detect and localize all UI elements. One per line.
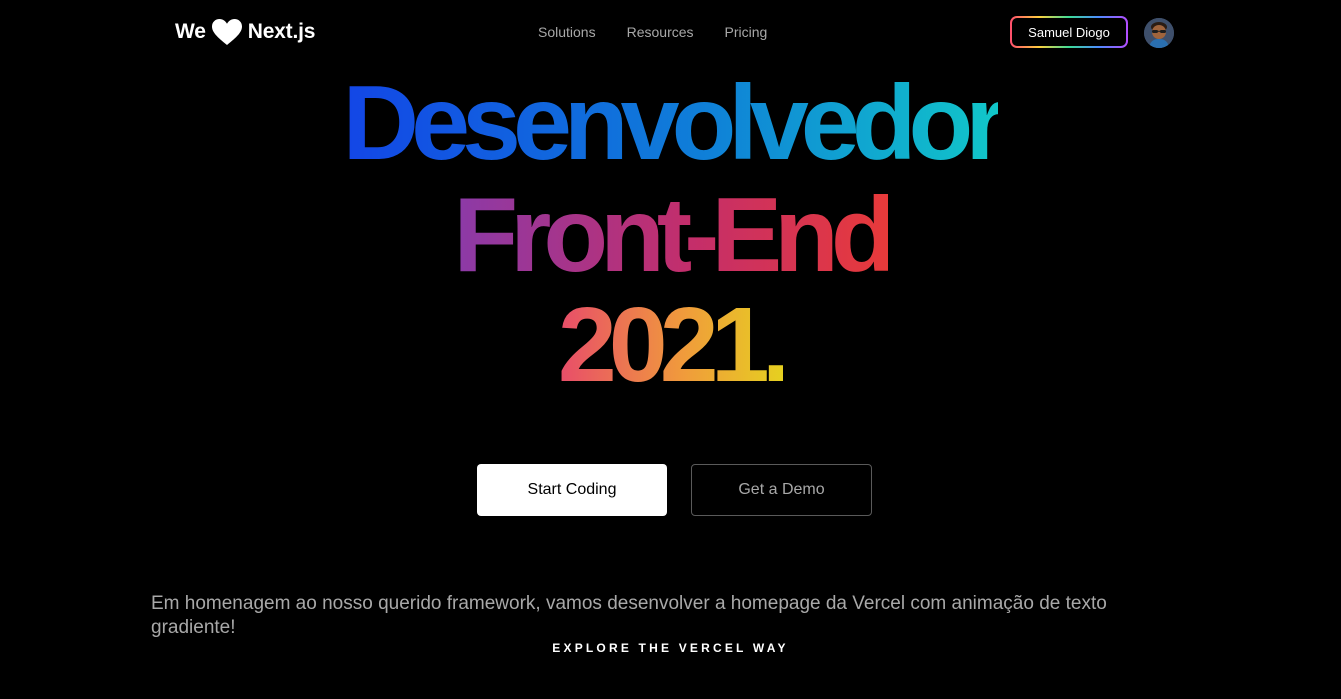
logo[interactable]: We Next.js	[175, 18, 315, 46]
start-coding-button[interactable]: Start Coding	[477, 464, 667, 516]
avatar-icon[interactable]	[1144, 18, 1174, 48]
hero-title-line-1-text: Desenvolvedor	[342, 64, 1007, 182]
explore-link[interactable]: EXPLORE THE VERCEL WAY	[0, 641, 1341, 655]
user-name-label: Samuel Diogo	[1028, 24, 1110, 40]
logo-text-nextjs: Next.js	[247, 20, 316, 43]
main-nav: Solutions Resources Pricing	[538, 24, 798, 40]
heart-icon	[211, 18, 243, 46]
get-a-demo-button[interactable]: Get a Demo	[691, 464, 872, 516]
hero-title-line-3-text: 2021.	[557, 286, 791, 404]
top-navbar: We Next.js Solutions Resources Pricing S…	[0, 0, 1341, 66]
hero-title-line-2-text: Front-End	[453, 176, 895, 294]
nav-item-solutions[interactable]: Solutions	[538, 24, 596, 40]
hero-title-line-3: 2021.	[0, 290, 1341, 400]
user-profile-button[interactable]: Samuel Diogo	[1010, 16, 1128, 48]
logo-text-we: We	[175, 20, 206, 43]
hero-title-line-1: Desenvolvedor	[0, 68, 1341, 178]
nav-item-resources[interactable]: Resources	[627, 24, 694, 40]
hero-title-line-2: Front-End	[0, 180, 1341, 290]
page: We Next.js Solutions Resources Pricing S…	[0, 0, 1341, 699]
hero-description: Em homenagem ao nosso querido framework,…	[151, 593, 1107, 638]
nav-item-pricing[interactable]: Pricing	[725, 24, 768, 40]
